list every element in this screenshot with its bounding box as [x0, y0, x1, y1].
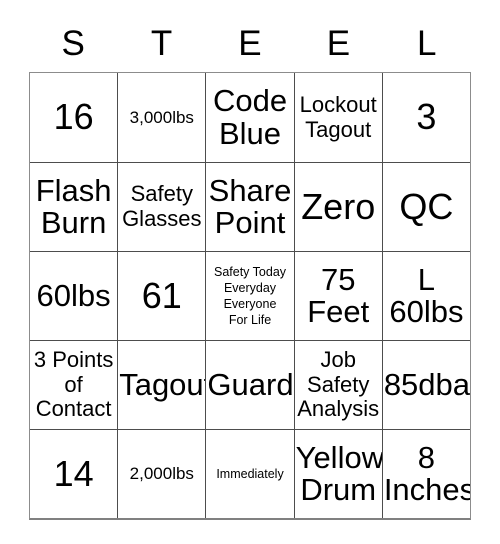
bingo-row-4: 3 Points of Contact Tagout Guards Job Sa… — [30, 341, 470, 430]
bingo-row-5: 14 2,000lbs Immediately Yellow Drum 8 In… — [30, 430, 470, 518]
bingo-cell-label: 2,000lbs — [129, 464, 194, 484]
bingo-cell-label: 3 — [416, 96, 437, 138]
bingo-cell-r5c3[interactable]: Immediately — [206, 430, 295, 518]
bingo-cell-r3c1[interactable]: 60lbs — [30, 252, 119, 340]
bingo-cell-label: 8 Inches — [383, 439, 471, 507]
bingo-card-page: S T E E L 16 3,000lbs Code Blue Lockout … — [0, 0, 500, 544]
bingo-grid: 16 3,000lbs Code Blue Lockout Tagout 3 F… — [29, 72, 471, 520]
bingo-cell-label: 85dba — [383, 366, 471, 402]
bingo-cell-r1c5[interactable]: 3 — [383, 73, 470, 162]
bingo-cell-label: Yellow Drum — [295, 439, 383, 507]
bingo-cell-r5c4[interactable]: Yellow Drum — [295, 430, 383, 518]
bingo-cell-r2c4[interactable]: Zero — [295, 163, 383, 251]
bingo-cell-r2c1[interactable]: Flash Burn — [30, 163, 119, 251]
bingo-cell-label: 60lbs — [36, 277, 111, 313]
bingo-cell-r2c2[interactable]: Safety Glasses — [118, 163, 207, 251]
bingo-cell-label: QC — [399, 185, 454, 227]
bingo-cell-label: Tagout — [119, 366, 207, 402]
bingo-cell-label: Guards — [207, 366, 294, 402]
bingo-cell-r2c5[interactable]: QC — [383, 163, 470, 251]
bingo-cell-label: Job Safety Analysis — [297, 347, 380, 422]
bingo-cell-r4c5[interactable]: 85dba — [383, 341, 470, 429]
bingo-cell-r5c5[interactable]: 8 Inches — [383, 430, 470, 518]
bingo-cell-r3c5[interactable]: L 60lbs — [383, 252, 470, 340]
bingo-cell-r1c3[interactable]: Code Blue — [206, 73, 295, 162]
bingo-cell-label: 3 Points of Contact — [33, 347, 114, 422]
bingo-cell-r2c3[interactable]: Share Point — [206, 163, 295, 251]
bingo-cell-label: 14 — [53, 452, 94, 494]
header-letter-5: L — [417, 23, 437, 63]
bingo-cell-label: 61 — [141, 274, 182, 316]
bingo-cell-label: 3,000lbs — [129, 107, 194, 127]
header-letter-4: E — [326, 23, 351, 63]
bingo-cell-label: 75 Feet — [307, 261, 370, 329]
bingo-cell-r1c1[interactable]: 16 — [30, 73, 119, 162]
bingo-cell-r3c3[interactable]: Safety Today Everyday Everyone For Life — [206, 252, 295, 340]
bingo-row-2: Flash Burn Safety Glasses Share Point Ze… — [30, 163, 470, 252]
bingo-cell-label: L 60lbs — [389, 261, 464, 329]
bingo-cell-label: Zero — [301, 185, 376, 227]
bingo-cell-r4c1[interactable]: 3 Points of Contact — [30, 341, 119, 429]
bingo-cell-r4c2[interactable]: Tagout — [118, 341, 207, 429]
bingo-card: S T E E L 16 3,000lbs Code Blue Lockout … — [29, 14, 471, 520]
bingo-cell-r4c3[interactable]: Guards — [206, 341, 295, 429]
bingo-cell-label: Immediately — [216, 467, 284, 481]
bingo-cell-label: Share Point — [208, 172, 292, 240]
bingo-cell-r3c2[interactable]: 61 — [118, 252, 207, 340]
bingo-row-1: 16 3,000lbs Code Blue Lockout Tagout 3 — [30, 73, 470, 163]
header-letter-1: S — [61, 23, 85, 63]
bingo-cell-label: Flash Burn — [35, 172, 112, 240]
header-letter-2: T — [150, 23, 173, 63]
bingo-cell-label: Safety Glasses — [122, 181, 202, 231]
bingo-cell-label: Code Blue — [212, 83, 288, 151]
bingo-cell-r1c2[interactable]: 3,000lbs — [118, 73, 207, 162]
bingo-row-3: 60lbs 61 Safety Today Everyday Everyone … — [30, 252, 470, 341]
bingo-cell-r1c4[interactable]: Lockout Tagout — [295, 73, 383, 162]
header-letter-3: E — [238, 23, 262, 63]
bingo-cell-label: Safety Today Everyday Everyone For Life — [213, 265, 287, 327]
bingo-cell-r3c4[interactable]: 75 Feet — [295, 252, 383, 340]
bingo-cell-r5c2[interactable]: 2,000lbs — [118, 430, 207, 518]
bingo-header-row: S T E E L — [29, 14, 471, 72]
bingo-cell-r4c4[interactable]: Job Safety Analysis — [295, 341, 383, 429]
bingo-cell-label: 16 — [53, 96, 94, 138]
bingo-cell-label: Lockout Tagout — [299, 91, 377, 142]
bingo-cell-r5c1[interactable]: 14 — [30, 430, 119, 518]
